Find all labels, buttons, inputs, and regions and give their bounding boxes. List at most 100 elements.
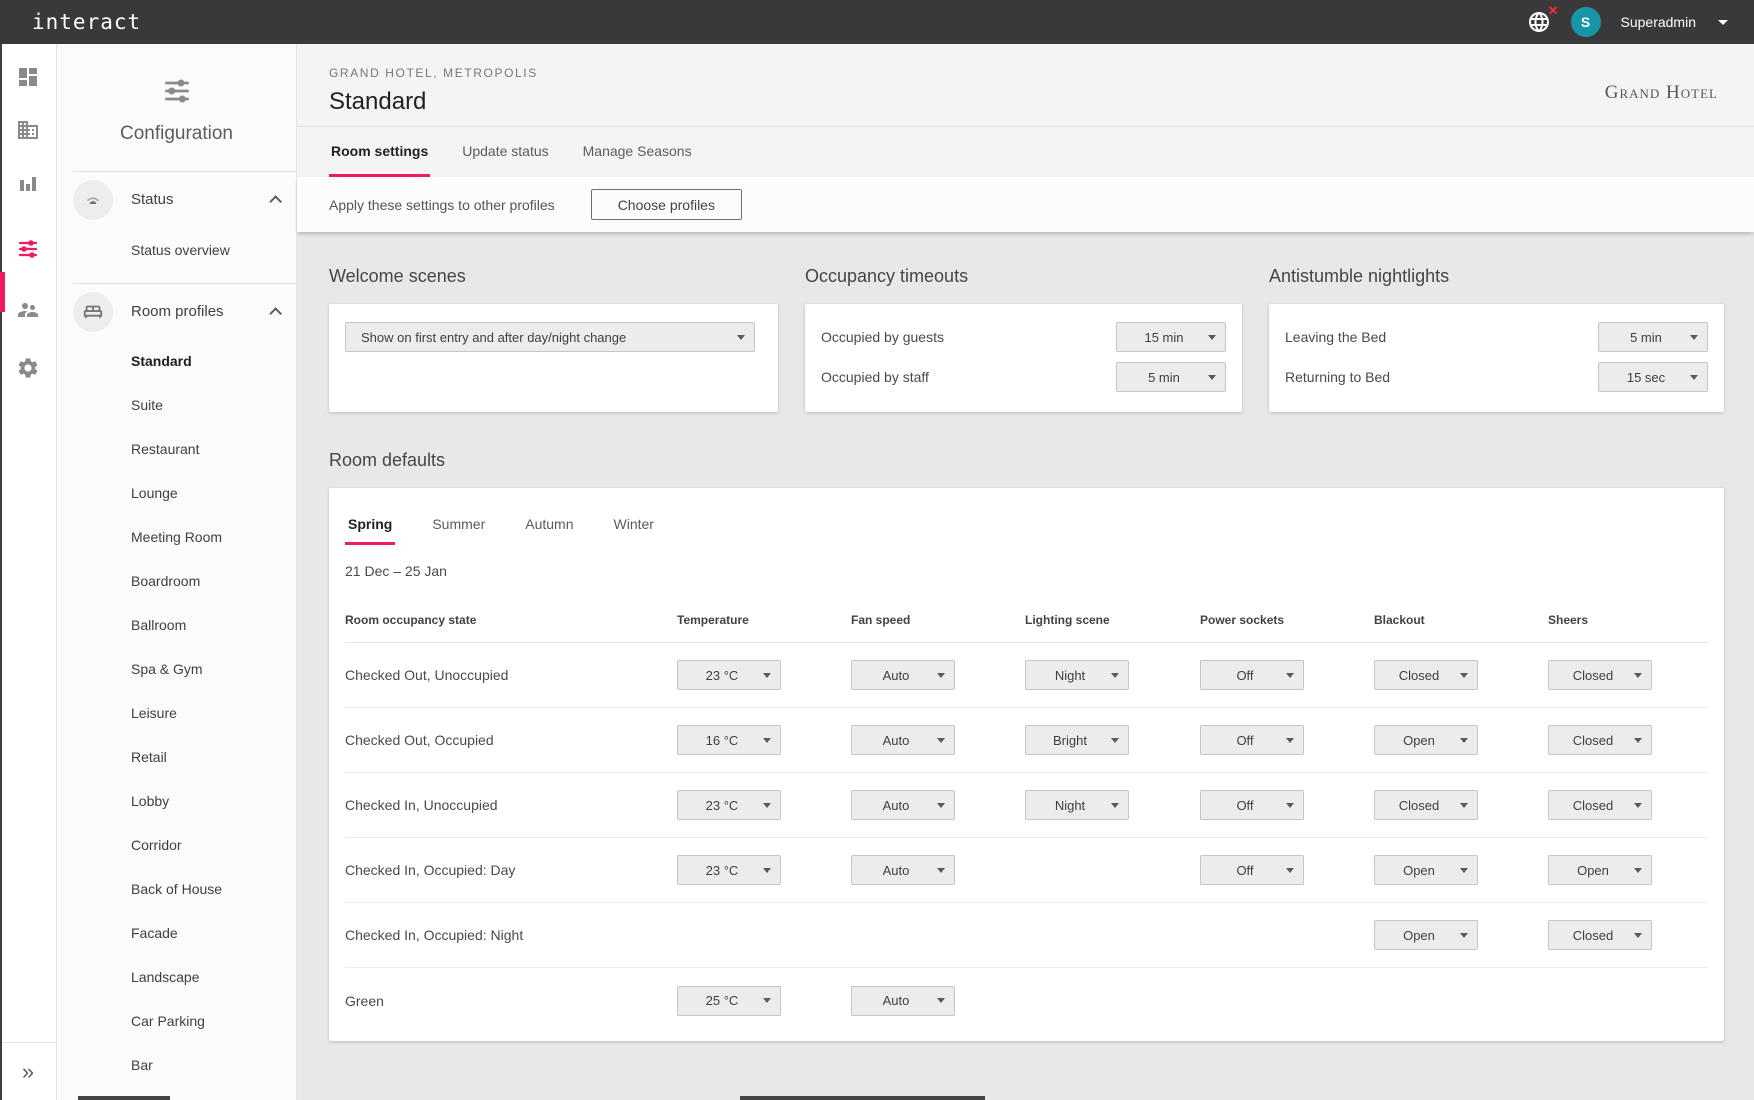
- users-icon[interactable]: [16, 298, 40, 322]
- user-menu-caret-icon[interactable]: [1718, 20, 1728, 25]
- horizontal-scrollbar[interactable]: [740, 1096, 985, 1100]
- sidebar-item-meeting-room[interactable]: Meeting Room: [57, 515, 296, 559]
- fan-speed-select[interactable]: Auto: [851, 790, 955, 820]
- interact-logo: interact: [32, 10, 141, 34]
- room-state-label: Checked In, Occupied: Night: [345, 927, 677, 943]
- temperature-select[interactable]: 23 °C: [677, 660, 781, 690]
- blackout-select[interactable]: Closed: [1374, 790, 1478, 820]
- tab-update-status[interactable]: Update status: [460, 127, 550, 177]
- sheers-select[interactable]: Closed: [1548, 790, 1652, 820]
- network-status-button[interactable]: ✕: [1527, 10, 1551, 34]
- sidebar-title: Configuration: [57, 123, 296, 145]
- room-defaults-table: Checked Out, Unoccupied23 °CAutoNightOff…: [345, 643, 1708, 1033]
- room-profiles-list: StandardSuiteRestaurantLoungeMeeting Roo…: [57, 339, 296, 1087]
- fan-speed-select[interactable]: Auto: [851, 986, 955, 1016]
- caret-down-icon: [1208, 335, 1216, 340]
- sidebar-item-car-parking[interactable]: Car Parking: [57, 999, 296, 1043]
- room-defaults-title: Room defaults: [329, 450, 1724, 471]
- fan-speed-select[interactable]: Auto: [851, 725, 955, 755]
- configuration-icon[interactable]: [16, 237, 40, 261]
- caret-down-icon: [1286, 868, 1294, 873]
- lighting-scene-select[interactable]: Bright: [1025, 725, 1129, 755]
- sheers-select[interactable]: Closed: [1548, 920, 1652, 950]
- temperature-select[interactable]: 16 °C: [677, 725, 781, 755]
- temperature-select[interactable]: 25 °C: [677, 986, 781, 1016]
- power-sockets-select[interactable]: Off: [1200, 855, 1304, 885]
- sidebar-item-corridor[interactable]: Corridor: [57, 823, 296, 867]
- returning-to-bed-select[interactable]: 15 sec: [1598, 362, 1708, 392]
- buildings-icon[interactable]: [16, 118, 40, 142]
- temperature-select[interactable]: 23 °C: [677, 855, 781, 885]
- sidebar-item-bar[interactable]: Bar: [57, 1043, 296, 1087]
- caret-down-icon: [737, 335, 745, 340]
- dashboard-icon[interactable]: [16, 65, 40, 89]
- window-edge: [0, 44, 2, 1100]
- blackout-select[interactable]: Open: [1374, 725, 1478, 755]
- settings-icon[interactable]: [16, 356, 40, 380]
- sidebar-item-lobby[interactable]: Lobby: [57, 779, 296, 823]
- tab-room-settings[interactable]: Room settings: [329, 127, 430, 177]
- sidebar-section-status[interactable]: Status: [57, 172, 296, 227]
- sidebar-item-leisure[interactable]: Leisure: [57, 691, 296, 735]
- antistumble-nightlights-card: Leaving the Bed5 minReturning to Bed15 s…: [1269, 304, 1724, 412]
- season-tab-summer[interactable]: Summer: [429, 516, 488, 545]
- power-sockets-select[interactable]: Off: [1200, 790, 1304, 820]
- caret-down-icon: [937, 738, 945, 743]
- page-tabs: Room settings Update status Manage Seasons: [297, 126, 1754, 177]
- occupied-by-guests-select[interactable]: 15 min: [1116, 322, 1226, 352]
- sidebar-item-lounge[interactable]: Lounge: [57, 471, 296, 515]
- sidebar-item-back-of-house[interactable]: Back of House: [57, 867, 296, 911]
- collapse-sidebar-button[interactable]: »: [22, 1061, 34, 1083]
- sheers-select[interactable]: Closed: [1548, 660, 1652, 690]
- season-tab-autumn[interactable]: Autumn: [522, 516, 576, 545]
- top-bar: interact ✕ S Superadmin: [0, 0, 1754, 44]
- column-header-sheers: Sheers: [1548, 613, 1708, 627]
- chevron-up-icon[interactable]: [269, 307, 282, 320]
- sidebar-scrollbar[interactable]: [78, 1096, 170, 1100]
- reports-icon[interactable]: [16, 171, 40, 195]
- caret-down-icon: [763, 803, 771, 808]
- room-state-label: Green: [345, 993, 677, 1009]
- lighting-scene-select[interactable]: Night: [1025, 790, 1129, 820]
- sidebar-item-boardroom[interactable]: Boardroom: [57, 559, 296, 603]
- sheers-select[interactable]: Open: [1548, 855, 1652, 885]
- column-header-blackout: Blackout: [1374, 613, 1548, 627]
- setting-row: Occupied by staff5 min: [821, 362, 1226, 392]
- table-row-checked-out-occupied: Checked Out, Occupied16 °CAutoBrightOffO…: [345, 708, 1708, 773]
- sidebar-item-standard[interactable]: Standard: [57, 339, 296, 383]
- error-badge: ✕: [1548, 4, 1559, 17]
- temperature-select[interactable]: 23 °C: [677, 790, 781, 820]
- welcome-scene-select[interactable]: Show on first entry and after day/night …: [345, 322, 755, 352]
- blackout-select[interactable]: Open: [1374, 920, 1478, 950]
- season-tab-winter[interactable]: Winter: [611, 516, 657, 545]
- welcome-scenes-title: Welcome scenes: [329, 266, 778, 287]
- sidebar-section-room-profiles[interactable]: Room profiles: [57, 284, 296, 339]
- avatar[interactable]: S: [1571, 7, 1601, 37]
- chevron-up-icon[interactable]: [269, 195, 282, 208]
- lighting-scene-select[interactable]: Night: [1025, 660, 1129, 690]
- sidebar-item-retail[interactable]: Retail: [57, 735, 296, 779]
- sidebar-item-status-overview[interactable]: Status overview: [57, 227, 296, 273]
- blackout-select[interactable]: Closed: [1374, 660, 1478, 690]
- occupied-by-staff-select[interactable]: 5 min: [1116, 362, 1226, 392]
- sidebar-item-spa-gym[interactable]: Spa & Gym: [57, 647, 296, 691]
- fan-speed-select[interactable]: Auto: [851, 855, 955, 885]
- choose-profiles-button[interactable]: Choose profiles: [591, 189, 742, 220]
- page-title: Standard: [329, 88, 1724, 116]
- power-sockets-select[interactable]: Off: [1200, 725, 1304, 755]
- sidebar-item-restaurant[interactable]: Restaurant: [57, 427, 296, 471]
- sidebar-item-facade[interactable]: Facade: [57, 911, 296, 955]
- power-sockets-select[interactable]: Off: [1200, 660, 1304, 690]
- caret-down-icon: [937, 868, 945, 873]
- blackout-select[interactable]: Open: [1374, 855, 1478, 885]
- setting-row: Occupied by guests15 min: [821, 322, 1226, 352]
- sheers-select[interactable]: Closed: [1548, 725, 1652, 755]
- leaving-the-bed-select[interactable]: 5 min: [1598, 322, 1708, 352]
- sidebar-item-landscape[interactable]: Landscape: [57, 955, 296, 999]
- fan-speed-select[interactable]: Auto: [851, 660, 955, 690]
- sidebar-item-suite[interactable]: Suite: [57, 383, 296, 427]
- tab-manage-seasons[interactable]: Manage Seasons: [581, 127, 694, 177]
- caret-down-icon: [1634, 738, 1642, 743]
- season-tab-spring[interactable]: Spring: [345, 516, 395, 545]
- sidebar-item-ballroom[interactable]: Ballroom: [57, 603, 296, 647]
